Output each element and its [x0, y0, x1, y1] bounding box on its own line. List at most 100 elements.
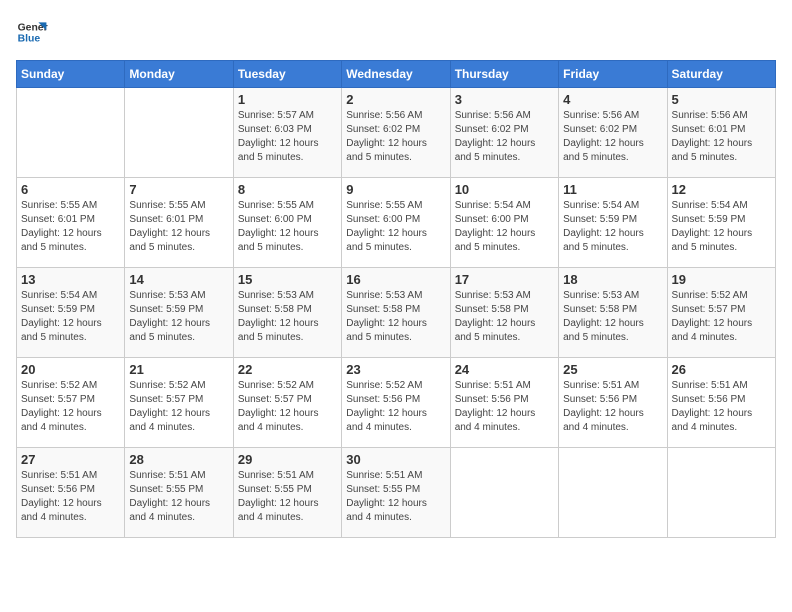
day-detail: Sunrise: 5:56 AM Sunset: 6:02 PM Dayligh… [455, 109, 554, 165]
calendar-cell: 27 Sunrise: 5:51 AM Sunset: 5:56 PM Dayli… [17, 448, 125, 538]
day-detail: Sunrise: 5:54 AM Sunset: 5:59 PM Dayligh… [672, 199, 771, 255]
logo: General Blue [16, 16, 48, 48]
day-detail: Sunrise: 5:52 AM Sunset: 5:57 PM Dayligh… [21, 379, 120, 435]
day-number: 8 [238, 182, 337, 197]
calendar-week-row: 6 Sunrise: 5:55 AM Sunset: 6:01 PM Daylig… [17, 178, 776, 268]
calendar-week-row: 1 Sunrise: 5:57 AM Sunset: 6:03 PM Daylig… [17, 88, 776, 178]
day-detail: Sunrise: 5:54 AM Sunset: 5:59 PM Dayligh… [21, 289, 120, 345]
calendar-cell [667, 448, 775, 538]
day-detail: Sunrise: 5:56 AM Sunset: 6:02 PM Dayligh… [346, 109, 445, 165]
calendar-cell: 29 Sunrise: 5:51 AM Sunset: 5:55 PM Dayli… [233, 448, 341, 538]
calendar-cell: 15 Sunrise: 5:53 AM Sunset: 5:58 PM Dayli… [233, 268, 341, 358]
calendar-week-row: 20Sunrise: 5:52 AM Sunset: 5:57 PM Dayli… [17, 358, 776, 448]
header-day: Thursday [450, 61, 558, 88]
day-number: 18 [563, 272, 662, 287]
calendar-cell: 4 Sunrise: 5:56 AM Sunset: 6:02 PM Daylig… [559, 88, 667, 178]
day-detail: Sunrise: 5:52 AM Sunset: 5:57 PM Dayligh… [672, 289, 771, 345]
day-detail: Sunrise: 5:53 AM Sunset: 5:58 PM Dayligh… [238, 289, 337, 345]
day-number: 22 [238, 362, 337, 377]
calendar-table: SundayMondayTuesdayWednesdayThursdayFrid… [16, 60, 776, 538]
calendar-cell: 28Sunrise: 5:51 AM Sunset: 5:55 PM Dayli… [125, 448, 233, 538]
calendar-cell: 12 Sunrise: 5:54 AM Sunset: 5:59 PM Dayli… [667, 178, 775, 268]
header-day: Sunday [17, 61, 125, 88]
day-detail: Sunrise: 5:54 AM Sunset: 5:59 PM Dayligh… [563, 199, 662, 255]
day-detail: Sunrise: 5:54 AM Sunset: 6:00 PM Dayligh… [455, 199, 554, 255]
day-detail: Sunrise: 5:52 AM Sunset: 5:57 PM Dayligh… [129, 379, 228, 435]
calendar-cell: 23 Sunrise: 5:52 AM Sunset: 5:56 PM Dayli… [342, 358, 450, 448]
calendar-cell [17, 88, 125, 178]
day-detail: Sunrise: 5:56 AM Sunset: 6:02 PM Dayligh… [563, 109, 662, 165]
calendar-cell: 26 Sunrise: 5:51 AM Sunset: 5:56 PM Dayli… [667, 358, 775, 448]
calendar-cell: 16 Sunrise: 5:53 AM Sunset: 5:58 PM Dayli… [342, 268, 450, 358]
day-detail: Sunrise: 5:51 AM Sunset: 5:55 PM Dayligh… [238, 469, 337, 525]
calendar-cell: 2 Sunrise: 5:56 AM Sunset: 6:02 PM Daylig… [342, 88, 450, 178]
day-number: 1 [238, 92, 337, 107]
day-detail: Sunrise: 5:53 AM Sunset: 5:58 PM Dayligh… [346, 289, 445, 345]
calendar-cell: 11Sunrise: 5:54 AM Sunset: 5:59 PM Dayli… [559, 178, 667, 268]
calendar-cell: 3 Sunrise: 5:56 AM Sunset: 6:02 PM Daylig… [450, 88, 558, 178]
calendar-cell [125, 88, 233, 178]
calendar-cell: 18 Sunrise: 5:53 AM Sunset: 5:58 PM Dayli… [559, 268, 667, 358]
day-detail: Sunrise: 5:53 AM Sunset: 5:59 PM Dayligh… [129, 289, 228, 345]
header-day: Wednesday [342, 61, 450, 88]
header-day: Saturday [667, 61, 775, 88]
day-number: 12 [672, 182, 771, 197]
day-detail: Sunrise: 5:52 AM Sunset: 5:56 PM Dayligh… [346, 379, 445, 435]
calendar-cell: 25 Sunrise: 5:51 AM Sunset: 5:56 PM Dayli… [559, 358, 667, 448]
calendar-cell: 9Sunrise: 5:55 AM Sunset: 6:00 PM Daylig… [342, 178, 450, 268]
day-number: 4 [563, 92, 662, 107]
day-detail: Sunrise: 5:55 AM Sunset: 6:01 PM Dayligh… [129, 199, 228, 255]
header-day: Friday [559, 61, 667, 88]
day-number: 3 [455, 92, 554, 107]
calendar-cell [559, 448, 667, 538]
calendar-cell: 30 Sunrise: 5:51 AM Sunset: 5:55 PM Dayli… [342, 448, 450, 538]
day-number: 24 [455, 362, 554, 377]
calendar-cell: 8 Sunrise: 5:55 AM Sunset: 6:00 PM Daylig… [233, 178, 341, 268]
day-number: 26 [672, 362, 771, 377]
calendar-cell: 6 Sunrise: 5:55 AM Sunset: 6:01 PM Daylig… [17, 178, 125, 268]
day-detail: Sunrise: 5:51 AM Sunset: 5:56 PM Dayligh… [21, 469, 120, 525]
calendar-cell: 22 Sunrise: 5:52 AM Sunset: 5:57 PM Dayli… [233, 358, 341, 448]
day-number: 16 [346, 272, 445, 287]
calendar-cell: 21 Sunrise: 5:52 AM Sunset: 5:57 PM Dayli… [125, 358, 233, 448]
header-day: Monday [125, 61, 233, 88]
day-detail: Sunrise: 5:53 AM Sunset: 5:58 PM Dayligh… [563, 289, 662, 345]
day-number: 2 [346, 92, 445, 107]
day-number: 27 [21, 452, 120, 467]
day-detail: Sunrise: 5:52 AM Sunset: 5:57 PM Dayligh… [238, 379, 337, 435]
day-detail: Sunrise: 5:57 AM Sunset: 6:03 PM Dayligh… [238, 109, 337, 165]
day-number: 10 [455, 182, 554, 197]
day-number: 28 [129, 452, 228, 467]
day-number: 15 [238, 272, 337, 287]
day-number: 25 [563, 362, 662, 377]
day-number: 6 [21, 182, 120, 197]
calendar-cell: 13Sunrise: 5:54 AM Sunset: 5:59 PM Dayli… [17, 268, 125, 358]
header-day: Tuesday [233, 61, 341, 88]
header-row: SundayMondayTuesdayWednesdayThursdayFrid… [17, 61, 776, 88]
logo-icon: General Blue [16, 16, 48, 48]
calendar-cell: 20Sunrise: 5:52 AM Sunset: 5:57 PM Dayli… [17, 358, 125, 448]
day-number: 21 [129, 362, 228, 377]
svg-text:Blue: Blue [18, 34, 41, 45]
page-header: General Blue [16, 16, 776, 48]
day-detail: Sunrise: 5:55 AM Sunset: 6:00 PM Dayligh… [346, 199, 445, 255]
calendar-week-row: 13Sunrise: 5:54 AM Sunset: 5:59 PM Dayli… [17, 268, 776, 358]
day-number: 17 [455, 272, 554, 287]
day-detail: Sunrise: 5:55 AM Sunset: 6:00 PM Dayligh… [238, 199, 337, 255]
day-number: 30 [346, 452, 445, 467]
day-number: 5 [672, 92, 771, 107]
day-detail: Sunrise: 5:51 AM Sunset: 5:56 PM Dayligh… [455, 379, 554, 435]
calendar-cell: 1 Sunrise: 5:57 AM Sunset: 6:03 PM Daylig… [233, 88, 341, 178]
day-detail: Sunrise: 5:56 AM Sunset: 6:01 PM Dayligh… [672, 109, 771, 165]
day-number: 14 [129, 272, 228, 287]
calendar-week-row: 27 Sunrise: 5:51 AM Sunset: 5:56 PM Dayli… [17, 448, 776, 538]
day-detail: Sunrise: 5:51 AM Sunset: 5:56 PM Dayligh… [563, 379, 662, 435]
calendar-cell: 10 Sunrise: 5:54 AM Sunset: 6:00 PM Dayli… [450, 178, 558, 268]
day-detail: Sunrise: 5:51 AM Sunset: 5:56 PM Dayligh… [672, 379, 771, 435]
calendar-cell: 24 Sunrise: 5:51 AM Sunset: 5:56 PM Dayli… [450, 358, 558, 448]
day-detail: Sunrise: 5:51 AM Sunset: 5:55 PM Dayligh… [346, 469, 445, 525]
day-number: 23 [346, 362, 445, 377]
day-detail: Sunrise: 5:55 AM Sunset: 6:01 PM Dayligh… [21, 199, 120, 255]
day-number: 29 [238, 452, 337, 467]
calendar-cell: 7Sunrise: 5:55 AM Sunset: 6:01 PM Daylig… [125, 178, 233, 268]
